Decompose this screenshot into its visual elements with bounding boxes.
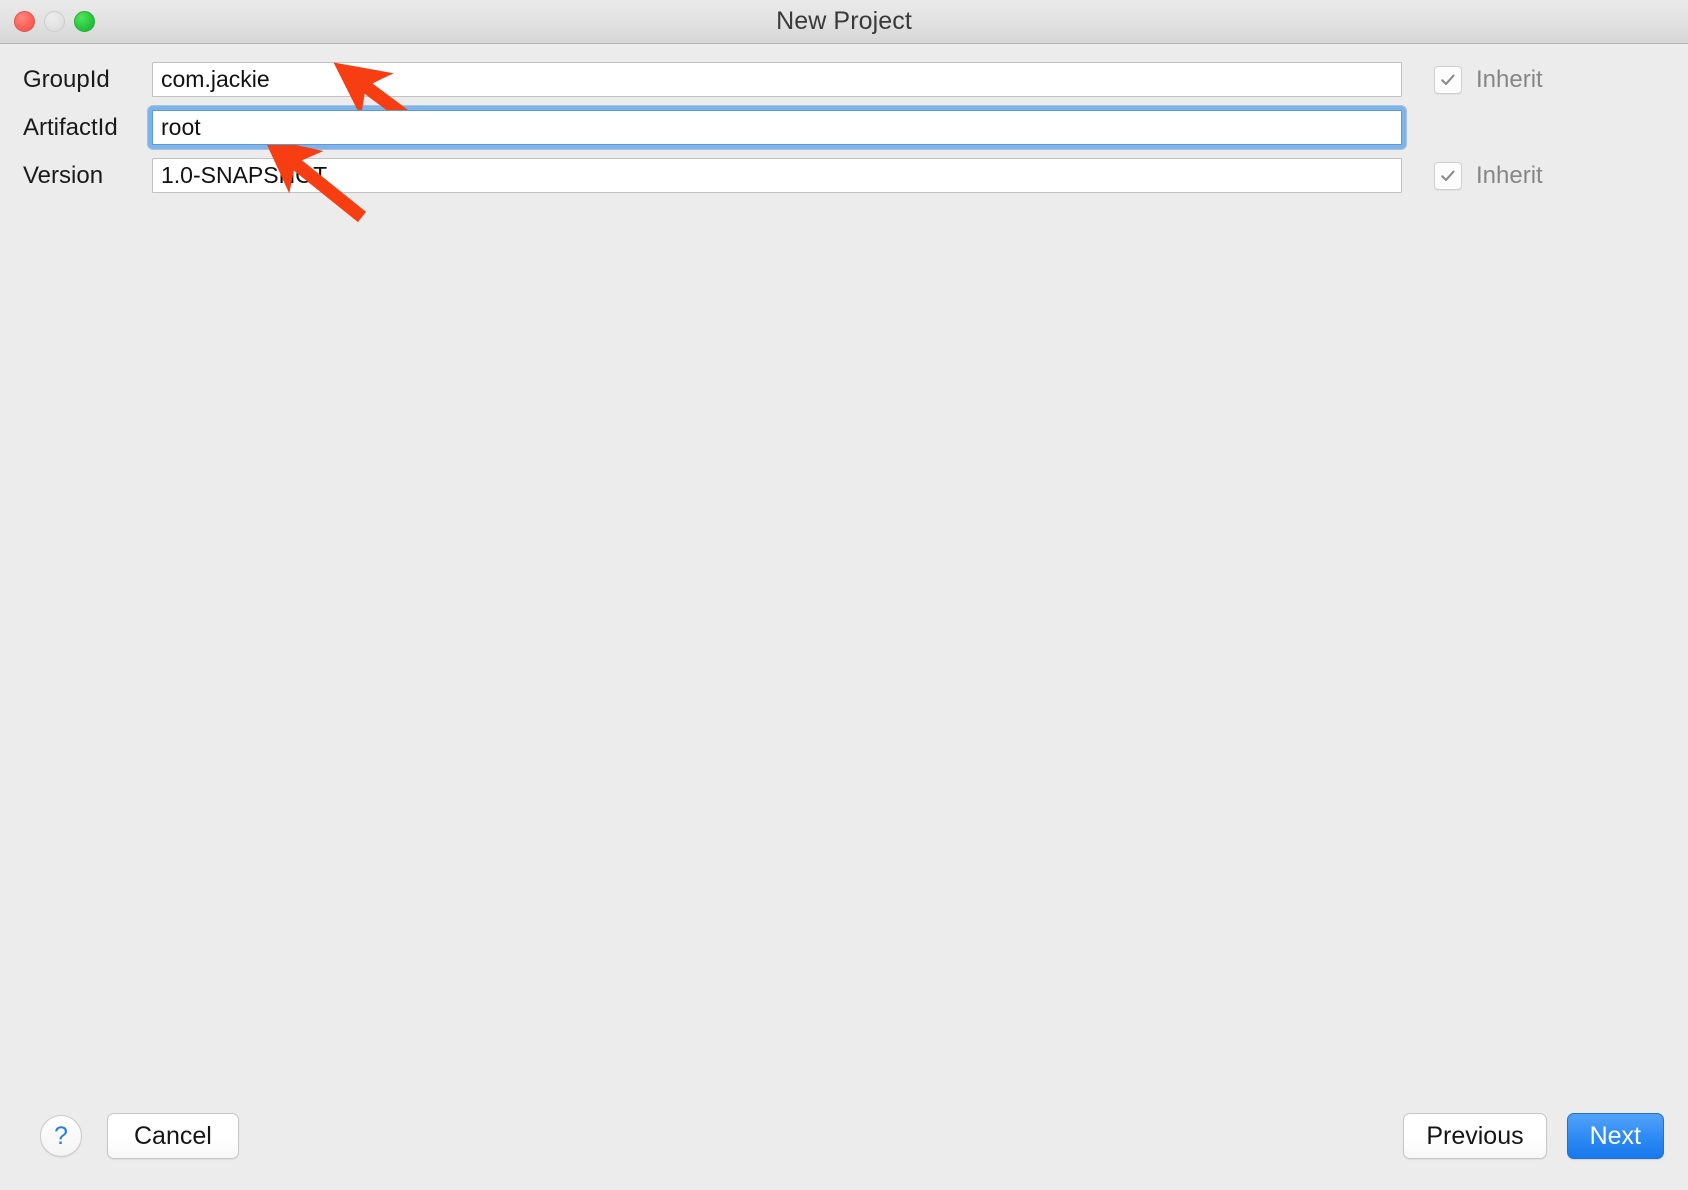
groupid-inherit-label: Inherit — [1476, 65, 1543, 93]
version-inherit-group: Inherit — [1402, 161, 1688, 190]
close-window-button[interactable] — [14, 11, 35, 32]
version-input[interactable] — [152, 158, 1402, 193]
groupid-label: GroupId — [23, 65, 110, 93]
form-row-groupid: GroupId Inherit — [0, 62, 1688, 97]
footer-right-group: Previous Next — [1403, 1113, 1664, 1159]
footer-left-group: ? Cancel — [40, 1113, 239, 1159]
maven-coordinates-form: GroupId Inherit ArtifactId — [0, 62, 1688, 193]
artifactid-label: ArtifactId — [23, 113, 118, 141]
minimize-window-button[interactable] — [44, 11, 65, 32]
version-field-wrap — [152, 158, 1402, 193]
form-row-version: Version Inherit — [0, 158, 1688, 193]
new-project-dialog: New Project GroupId Inherit — [0, 0, 1688, 1190]
window-controls — [14, 0, 95, 43]
window-titlebar: New Project — [0, 0, 1688, 44]
groupid-input[interactable] — [152, 62, 1402, 97]
window-title: New Project — [776, 7, 912, 35]
form-row-artifactid: ArtifactId — [0, 106, 1688, 149]
previous-button[interactable]: Previous — [1403, 1113, 1547, 1159]
version-inherit-checkbox[interactable] — [1434, 161, 1462, 190]
check-icon — [1441, 74, 1455, 85]
groupid-inherit-group: Inherit — [1402, 65, 1688, 94]
artifactid-input[interactable] — [152, 110, 1402, 145]
groupid-inherit-checkbox[interactable] — [1434, 65, 1462, 94]
check-icon — [1441, 170, 1455, 181]
dialog-content: GroupId Inherit ArtifactId — [0, 44, 1688, 1190]
cancel-button[interactable]: Cancel — [107, 1113, 239, 1159]
version-inherit-label: Inherit — [1476, 161, 1543, 189]
help-button[interactable]: ? — [40, 1115, 82, 1157]
version-label: Version — [23, 161, 104, 189]
next-button[interactable]: Next — [1566, 1113, 1664, 1159]
artifactid-field-wrap — [148, 106, 1406, 149]
groupid-field-wrap — [152, 62, 1402, 97]
dialog-footer: ? Cancel Previous Next — [0, 1082, 1688, 1190]
maximize-window-button[interactable] — [74, 11, 95, 32]
